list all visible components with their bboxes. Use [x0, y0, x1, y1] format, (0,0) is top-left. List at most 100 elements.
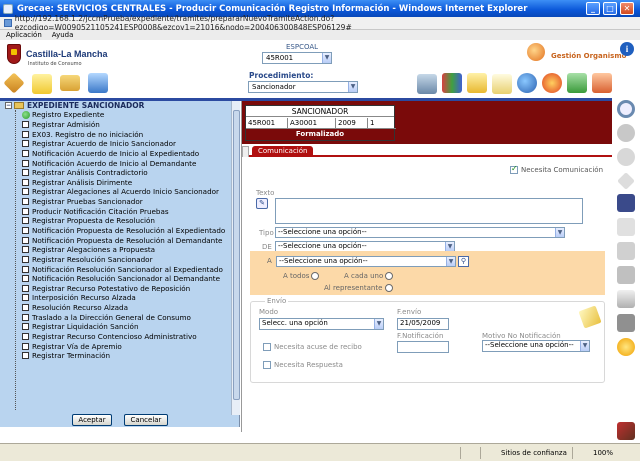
checkbox-icon[interactable]	[22, 342, 29, 350]
cancelar-button[interactable]: Cancelar	[124, 414, 168, 426]
checkbox-icon[interactable]	[22, 130, 29, 138]
checkbox-icon[interactable]	[22, 169, 29, 177]
tree-item[interactable]: Registrar Recurso Potestativo de Reposic…	[22, 284, 232, 294]
tree-item[interactable]: Notificación Resolución Sancionador al D…	[22, 274, 232, 284]
text-editor-icon[interactable]: ✎	[256, 198, 268, 209]
checkbox-icon[interactable]	[22, 246, 29, 254]
checkbox-icon[interactable]	[22, 207, 29, 215]
magnifier-icon[interactable]	[617, 100, 635, 118]
checkbox-icon[interactable]	[22, 294, 29, 302]
tab-comunicacion[interactable]: Comunicación	[252, 146, 314, 157]
tree-item[interactable]: Resolución Recurso Alzada	[22, 303, 232, 313]
motivo-select[interactable]: --Seleccione una opción-- ▼	[482, 340, 590, 352]
envelope-icon[interactable]	[492, 74, 512, 94]
checkbox-icon[interactable]	[22, 333, 29, 341]
necesita-comunicacion-checkbox[interactable]	[510, 164, 518, 174]
checkbox-icon[interactable]	[22, 178, 29, 186]
tree-root[interactable]: − EXPEDIENTE SANCIONADOR	[5, 101, 144, 110]
globe-icon[interactable]	[517, 73, 537, 93]
gestion-organismo-link[interactable]: Gestión Organismo	[551, 52, 626, 60]
print-icon[interactable]	[617, 314, 635, 332]
completed-icon[interactable]	[22, 110, 30, 119]
checkbox-icon[interactable]	[22, 198, 29, 206]
document-icon[interactable]	[617, 290, 635, 308]
exit-icon[interactable]	[617, 422, 635, 440]
tree-item[interactable]: Registrar Terminación	[22, 351, 232, 361]
checkbox-icon[interactable]	[22, 217, 29, 225]
search-icon[interactable]: ⚲	[458, 256, 469, 267]
a-select[interactable]: --Seleccione una opción-- ▼	[276, 256, 456, 267]
tipo-select[interactable]: --Seleccione una opción-- ▼	[275, 227, 565, 238]
tree-item[interactable]: Interposición Recurso Alzada	[22, 293, 232, 303]
checkbox-icon[interactable]	[22, 323, 29, 331]
tree-item[interactable]: Registrar Pruebas Sancionador	[22, 197, 232, 207]
settings-icon[interactable]	[617, 338, 635, 356]
address-bar[interactable]: http://192.168.1.2/jccmPrueba/expediente…	[0, 14, 640, 32]
texto-textarea[interactable]	[275, 198, 583, 224]
modo-select[interactable]: Selecc. una opción ▼	[259, 318, 384, 330]
checkbox-icon[interactable]	[22, 284, 29, 292]
necesita-respuesta-checkbox[interactable]	[263, 361, 271, 369]
save-icon[interactable]	[617, 194, 635, 212]
checkbox-icon[interactable]	[22, 265, 29, 273]
tree-item[interactable]: Notificación Acuerdo de Inicio al Expedi…	[22, 149, 232, 159]
checkbox-icon[interactable]	[22, 255, 29, 263]
checkbox-icon[interactable]	[22, 313, 29, 321]
fnotificacion-input[interactable]	[397, 341, 449, 353]
menu-item-ayuda[interactable]: Ayuda	[52, 31, 74, 39]
page-icon[interactable]	[617, 172, 635, 190]
tree-item[interactable]: Registrar Recurso Contencioso Administra…	[22, 332, 232, 342]
a-cada-uno-radio[interactable]	[385, 272, 393, 280]
zoom-level[interactable]: 100%	[572, 447, 640, 459]
tab-previous[interactable]	[242, 146, 249, 157]
stack-icon[interactable]	[617, 218, 635, 236]
tag-icon[interactable]	[3, 72, 25, 94]
tree-item[interactable]: Registrar Propuesta de Resolución	[22, 216, 232, 226]
flower-icon[interactable]	[542, 73, 562, 93]
checkbox-icon[interactable]	[22, 352, 29, 360]
tree-item[interactable]: Registrar Liquidación Sanción	[22, 322, 232, 332]
search-docs-icon[interactable]	[467, 73, 487, 93]
checkbox-icon[interactable]	[22, 159, 29, 167]
tree-item[interactable]: Registrar Alegaciones a Propuesta	[22, 245, 232, 255]
back-icon[interactable]	[617, 124, 635, 142]
folder-icon[interactable]	[60, 75, 80, 91]
tree-item[interactable]: Registro Expediente	[22, 110, 232, 120]
al-representante-radio[interactable]	[385, 284, 393, 292]
tree-icon[interactable]	[567, 73, 587, 93]
tree-item[interactable]: EX03. Registro de no iniciación	[22, 129, 232, 139]
collapse-icon[interactable]: −	[5, 102, 12, 109]
checkbox-icon[interactable]	[22, 120, 29, 128]
notes-icon[interactable]	[32, 74, 52, 94]
tree-item[interactable]: Registrar Acuerdo de Inicio Sancionador	[22, 139, 232, 149]
send-envelope-icon[interactable]	[578, 305, 602, 329]
forward-icon[interactable]	[617, 148, 635, 166]
tree-item[interactable]: Notificación Acuerdo de Inicio al Demand…	[22, 158, 232, 168]
books-icon[interactable]	[442, 73, 462, 93]
checkbox-icon[interactable]	[22, 236, 29, 244]
clip-icon[interactable]	[617, 242, 635, 260]
checkbox-icon[interactable]	[22, 140, 29, 148]
menu-item-aplicacion[interactable]: Aplicación	[6, 31, 42, 39]
tree-item[interactable]: Registrar Admisión	[22, 120, 232, 130]
procedimiento-select[interactable]: Sancionador ▼	[248, 81, 358, 93]
info-icon[interactable]: i	[620, 42, 634, 56]
checkbox-icon[interactable]	[22, 149, 29, 157]
checkbox-icon[interactable]	[22, 188, 29, 196]
fenvio-input[interactable]: 21/05/2009	[397, 318, 449, 330]
checkbox-icon[interactable]	[22, 227, 29, 234]
tree-item[interactable]: Notificación Propuesta de Resolución al …	[22, 226, 232, 236]
espcoal-select[interactable]: 45R001 ▼	[262, 52, 332, 64]
tree-item[interactable]: Registrar Alegaciones al Acuerdo Inicio …	[22, 187, 232, 197]
tree-item[interactable]: Registrar Resolución Sancionador	[22, 255, 232, 265]
tools-icon[interactable]	[592, 73, 612, 93]
documents-icon[interactable]	[88, 73, 108, 93]
checkbox-icon[interactable]	[22, 304, 29, 312]
tree-item[interactable]: Registrar Análisis Contradictorio	[22, 168, 232, 178]
tree-item[interactable]: Producir Notificación Citación Pruebas	[22, 206, 232, 216]
tree-item[interactable]: Notificación Propuesta de Resolución al …	[22, 235, 232, 245]
tree-scrollbar[interactable]	[231, 101, 240, 415]
aceptar-button[interactable]: Aceptar	[72, 414, 112, 426]
a-todos-radio[interactable]	[311, 272, 319, 280]
computer-icon[interactable]	[417, 74, 437, 94]
